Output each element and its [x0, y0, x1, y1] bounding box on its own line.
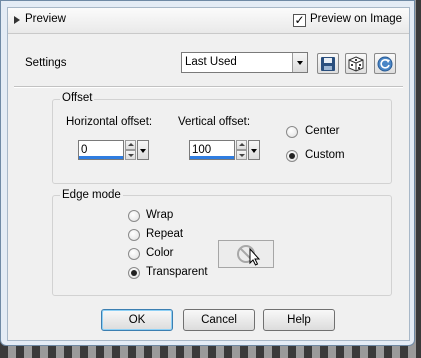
vertical-offset-up-button[interactable]: [236, 140, 247, 150]
horizontal-offset-dropdown-button[interactable]: [137, 140, 149, 160]
center-radio-label[interactable]: Center: [305, 125, 340, 137]
vertical-offset-input[interactable]: 100: [189, 140, 235, 160]
edge-color-swatch[interactable]: [218, 240, 274, 268]
preview-bar[interactable]: Preview ✓ Preview on Image: [8, 8, 409, 34]
vertical-offset-slider[interactable]: [190, 156, 234, 159]
color-radio-label[interactable]: Color: [146, 247, 173, 259]
offset-group-title: Offset: [60, 92, 95, 104]
repeat-radio-label[interactable]: Repeat: [146, 228, 183, 240]
chevron-right-icon[interactable]: [14, 16, 20, 24]
horizontal-offset-down-button[interactable]: [125, 150, 136, 160]
dialog-window-frame: Preview ✓ Preview on Image Settings Last…: [0, 0, 415, 346]
horizontal-offset-value: 0: [81, 144, 88, 156]
settings-label: Settings: [25, 57, 67, 69]
center-radio[interactable]: [286, 126, 298, 138]
cancel-button[interactable]: Cancel: [183, 309, 255, 331]
randomize-button[interactable]: [345, 53, 367, 74]
preset-value: Last Used: [185, 56, 237, 68]
ok-button[interactable]: OK: [101, 309, 173, 331]
help-button[interactable]: Help: [263, 309, 335, 331]
settings-divider: [14, 86, 403, 88]
vertical-offset-value: 100: [192, 144, 212, 156]
vertical-offset-dropdown-button[interactable]: [248, 140, 260, 160]
reset-button[interactable]: [374, 53, 396, 74]
horizontal-offset-input[interactable]: 0: [78, 140, 124, 160]
custom-radio[interactable]: [286, 150, 298, 162]
reset-icon: [377, 56, 393, 72]
preview-on-image-label[interactable]: Preview on Image: [310, 13, 402, 25]
repeat-radio[interactable]: [128, 229, 140, 241]
horizontal-offset-slider[interactable]: [79, 156, 123, 159]
no-color-icon: [237, 245, 261, 266]
wrap-radio-label[interactable]: Wrap: [146, 209, 173, 221]
preview-label[interactable]: Preview: [25, 13, 66, 25]
dialog-body: Preview ✓ Preview on Image Settings Last…: [7, 7, 410, 341]
transparent-radio-label[interactable]: Transparent: [146, 266, 208, 278]
color-radio[interactable]: [128, 248, 140, 260]
chevron-down-icon[interactable]: [292, 53, 307, 72]
edge-mode-group-title: Edge mode: [60, 189, 123, 201]
custom-radio-label[interactable]: Custom: [305, 149, 345, 161]
vertical-offset-label: Vertical offset:: [178, 116, 251, 128]
wrap-radio[interactable]: [128, 210, 140, 222]
randomize-icon: [348, 56, 364, 72]
transparent-radio[interactable]: [128, 267, 140, 279]
save-preset-icon: [321, 57, 335, 71]
checkmark-icon: ✓: [294, 13, 305, 27]
horizontal-offset-up-button[interactable]: [125, 140, 136, 150]
preview-on-image-checkbox[interactable]: ✓: [293, 13, 306, 27]
vertical-offset-spinner[interactable]: 100: [189, 140, 261, 162]
horizontal-offset-spinner[interactable]: 0: [78, 140, 150, 162]
horizontal-offset-label: Horizontal offset:: [66, 116, 153, 128]
save-preset-button[interactable]: [317, 53, 339, 74]
vertical-offset-down-button[interactable]: [236, 150, 247, 160]
preset-dropdown[interactable]: Last Used: [181, 52, 308, 73]
